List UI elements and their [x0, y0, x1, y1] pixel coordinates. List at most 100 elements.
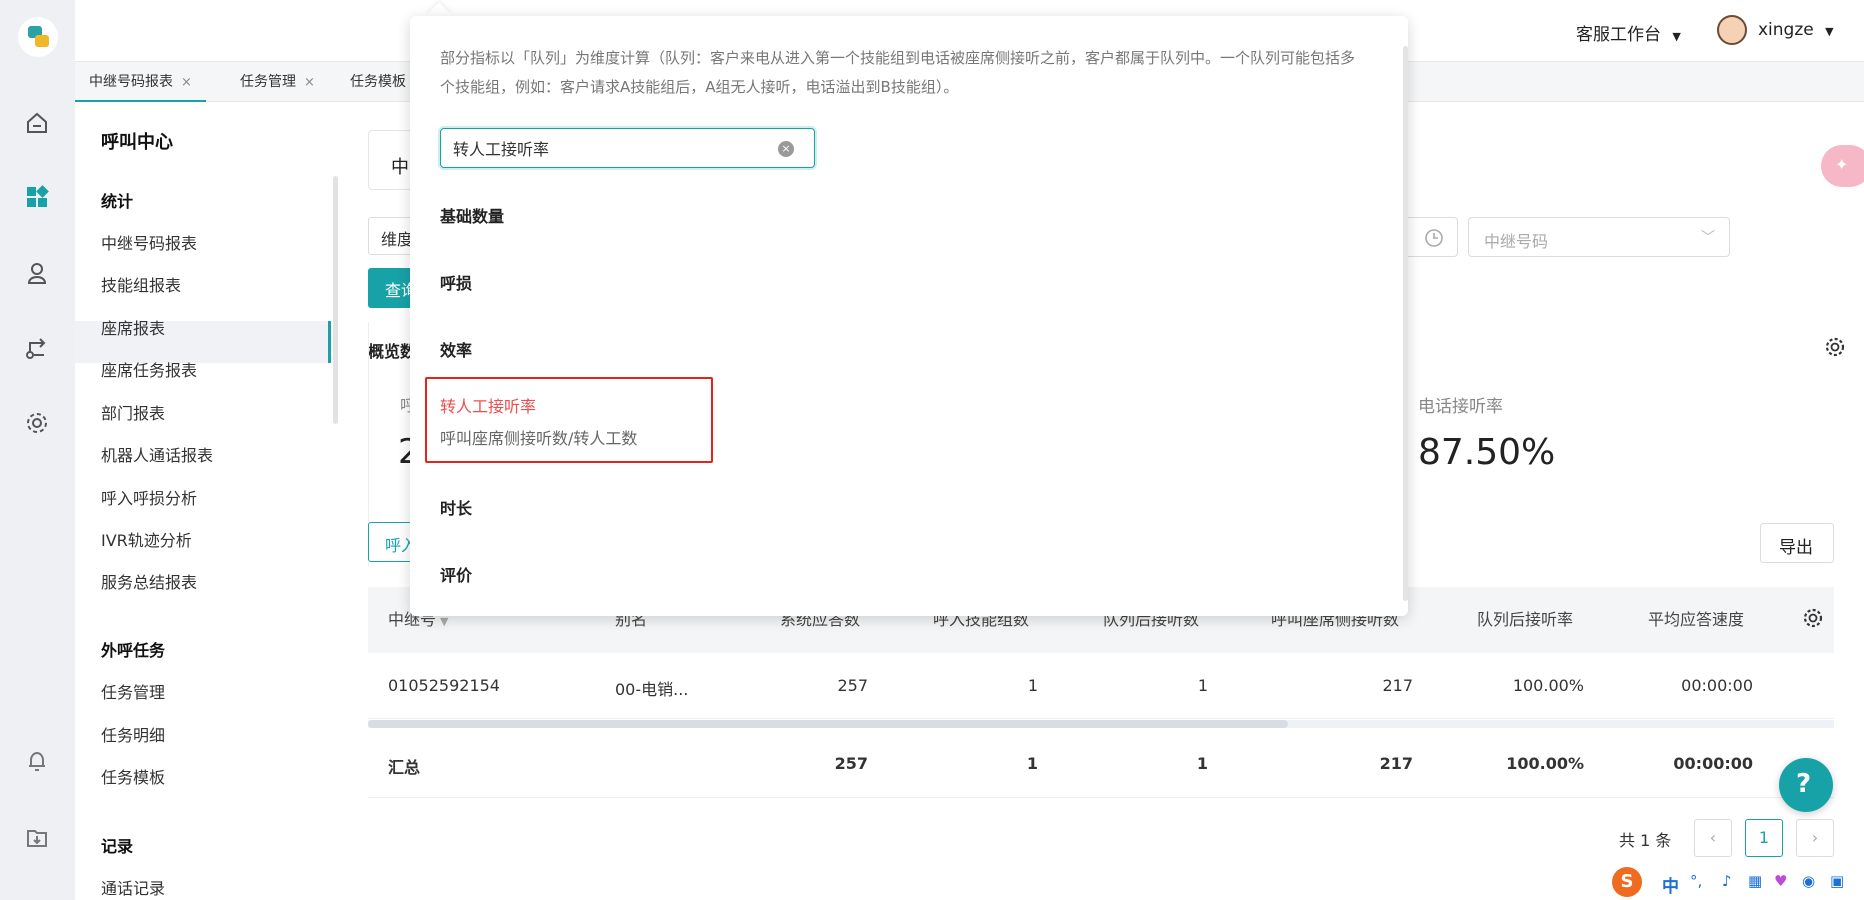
sidebar-item-department-report[interactable]: 部门报表: [101, 400, 165, 424]
sogou-logo-icon[interactable]: S: [1612, 867, 1642, 897]
cell-inbound-skill: 1: [1027, 676, 1038, 695]
tab-label: 中继号码报表: [89, 74, 173, 90]
app-logo[interactable]: [18, 17, 58, 57]
tab-label: 任务模板: [350, 74, 406, 90]
sidebar-item-task-detail[interactable]: 任务明细: [101, 722, 165, 746]
toolbox-icon[interactable]: ▣: [1830, 872, 1844, 890]
overview-title: 概览数: [368, 342, 417, 361]
tab-label: 任务管理: [240, 74, 296, 90]
export-button[interactable]: 导出: [1760, 523, 1834, 563]
cell-agent-answered: 217: [1382, 676, 1413, 695]
metric-search[interactable]: ×: [440, 128, 815, 168]
clear-icon[interactable]: ×: [778, 141, 794, 157]
queue-note: 部分指标以「队列」为维度计算（队列：客户来电从进入第一个技能组到电话被座席侧接听…: [440, 49, 1356, 96]
chevron-left-icon: ‹: [1709, 828, 1717, 847]
question-icon: ?: [1796, 769, 1812, 799]
sidebar: 呼叫中心 统计 中继号码报表 技能组报表 座席报表 座席任务报表 部门报表 机器…: [75, 102, 338, 900]
ime-toolbar: S 中 °, ♪ ▦ ♥ ◉ ▣: [1610, 864, 1864, 900]
category-duration[interactable]: 时长: [440, 495, 472, 519]
col-queue-answer-rate: 队列后接听率: [1477, 610, 1574, 629]
username: xingze: [1758, 20, 1814, 40]
route-icon[interactable]: [22, 333, 52, 363]
table-scrollbar[interactable]: [368, 720, 1288, 728]
sort-icon[interactable]: ▼: [440, 615, 448, 628]
cell-system-answered: 257: [837, 676, 868, 695]
bell-icon[interactable]: [22, 746, 52, 776]
keyboard-icon[interactable]: ▦: [1748, 872, 1762, 890]
prev-page-button[interactable]: ‹: [1694, 819, 1732, 857]
chevron-down-icon: ﹀: [1701, 230, 1715, 246]
gear-icon[interactable]: [1824, 336, 1846, 362]
category-basic-count[interactable]: 基础数量: [440, 203, 504, 227]
caret-down-icon: ▼: [1672, 30, 1681, 43]
cell-trunk: 01052592154: [388, 676, 500, 695]
workbench-menu[interactable]: 客服工作台 ▼: [1576, 20, 1681, 45]
category-rating[interactable]: 评价: [440, 562, 472, 586]
sidebar-item-call-records[interactable]: 通话记录: [101, 875, 165, 899]
sidebar-item-ivr-trace[interactable]: IVR轨迹分析: [101, 527, 192, 551]
sidebar-item-service-summary[interactable]: 服务总结报表: [101, 569, 197, 593]
category-efficiency[interactable]: 效率: [440, 337, 472, 361]
cell-total-agent-answered: 217: [1379, 754, 1413, 773]
metric-search-input[interactable]: [453, 135, 773, 161]
category-call-loss[interactable]: 呼损: [440, 270, 472, 294]
col-avg-speed: 平均应答速度: [1648, 610, 1745, 629]
sidebar-item-task-template[interactable]: 任务模板: [101, 764, 165, 788]
close-icon[interactable]: ×: [181, 75, 192, 90]
metric-picker-popup: 部分指标以「队列」为维度计算（队列：客户来电从进入第一个技能组到电话被座席侧接听…: [410, 16, 1408, 616]
sidebar-item-agent-task-report[interactable]: 座席任务报表: [101, 357, 197, 381]
cell-total-queue-answer-rate: 100.00%: [1506, 754, 1584, 773]
sidebar-item-robot-call-report[interactable]: 机器人通话报表: [101, 442, 213, 466]
page-1-button[interactable]: 1: [1745, 819, 1783, 857]
popup-scrollbar[interactable]: [1403, 46, 1408, 601]
answer-rate-value: 87.50%: [1418, 432, 1556, 473]
cell-total-queue-answered: 1: [1196, 754, 1208, 773]
gamepad-icon[interactable]: ◉: [1802, 872, 1815, 890]
sidebar-item-agent-report[interactable]: 座席报表: [101, 315, 165, 339]
cell-avg-speed: 00:00:00: [1681, 676, 1753, 695]
sidebar-section-stats: 统计: [101, 192, 134, 211]
home-icon[interactable]: [22, 108, 52, 138]
answer-rate-label: 电话接听率: [1418, 397, 1503, 417]
translate-button[interactable]: ✦: [1821, 145, 1864, 187]
sidebar-item-skillgroup-report[interactable]: 技能组报表: [101, 272, 181, 296]
gear-icon[interactable]: [1802, 607, 1824, 633]
tab-trunk-report[interactable]: 中继号码报表 ×: [75, 62, 206, 102]
table-scrollbar-track: [368, 720, 1834, 728]
sidebar-item-task-management[interactable]: 任务管理: [101, 679, 165, 703]
cell-queue-answer-rate: 100.00%: [1512, 676, 1584, 695]
tab-task-management[interactable]: 任务管理 ×: [230, 62, 325, 102]
search-result-highlight[interactable]: 转人工接听率 呼叫座席侧接听数/转人工数: [425, 377, 713, 463]
next-page-button[interactable]: ›: [1796, 819, 1834, 857]
result-metric-desc: 呼叫座席侧接听数/转人工数: [440, 429, 638, 448]
cell-total-inbound-skill: 1: [1026, 754, 1038, 773]
sidebar-item-trunk-report[interactable]: 中继号码报表: [101, 230, 197, 254]
microphone-icon[interactable]: ♪: [1722, 872, 1732, 890]
ime-lang-toggle[interactable]: 中: [1662, 872, 1679, 897]
cell-alias: 00-电销...: [615, 680, 689, 699]
workbench-label: 客服工作台: [1576, 25, 1661, 45]
dashboard-icon[interactable]: [22, 182, 52, 212]
caret-down-icon: ▼: [1825, 25, 1834, 38]
cell-total-system-answered: 257: [834, 754, 868, 773]
pagination-total: 共 1 条: [1619, 831, 1672, 850]
icon-rail: [0, 0, 75, 900]
time-picker[interactable]: [1408, 217, 1458, 257]
translate-icon: ✦: [1835, 155, 1849, 174]
download-folder-icon[interactable]: [22, 823, 52, 853]
agent-icon[interactable]: [22, 258, 52, 288]
sidebar-section-outbound: 外呼任务: [101, 641, 166, 660]
avatar[interactable]: [1717, 15, 1747, 45]
skin-icon[interactable]: ♥: [1774, 872, 1787, 890]
result-metric-name[interactable]: 转人工接听率: [440, 393, 536, 417]
close-icon[interactable]: ×: [304, 75, 315, 90]
tab-task-template[interactable]: 任务模板: [340, 62, 416, 102]
ime-punct-toggle[interactable]: °,: [1690, 872, 1702, 890]
trunk-number-select[interactable]: 中继号码 ﹀: [1468, 217, 1730, 257]
user-menu[interactable]: xingze ▼: [1758, 20, 1834, 40]
sidebar-item-inbound-loss[interactable]: 呼入呼损分析: [101, 485, 197, 509]
cell-total-avg-speed: 00:00:00: [1673, 754, 1753, 773]
divider: [368, 718, 1834, 719]
settings-icon[interactable]: [22, 408, 52, 438]
help-button[interactable]: ?: [1779, 758, 1833, 812]
